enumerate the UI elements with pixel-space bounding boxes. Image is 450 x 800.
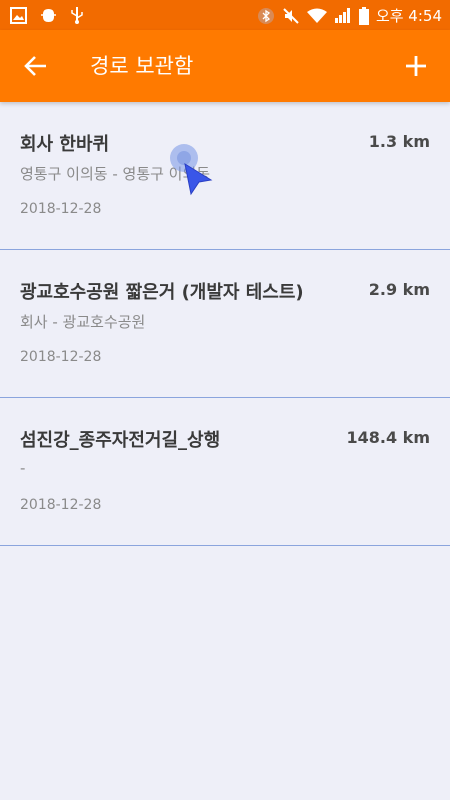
image-icon	[10, 6, 27, 24]
arrow-back-icon	[24, 56, 46, 76]
route-distance: 2.9 km	[368, 280, 430, 299]
route-item[interactable]: 회사 한바퀴 1.3 km 영통구 이의동 - 영통구 이의동 2018-12-…	[0, 102, 450, 250]
route-name: 광교호수공원 짧은거 (개발자 테스트)	[20, 282, 304, 303]
wifi-icon	[306, 8, 327, 23]
android-debug-icon	[41, 8, 56, 22]
usb-icon	[71, 7, 83, 24]
route-name: 회사 한바퀴	[20, 134, 110, 155]
add-route-button[interactable]	[402, 52, 430, 80]
bluetooth-icon	[257, 7, 274, 24]
route-date: 2018-12-28	[20, 497, 102, 513]
route-item[interactable]: 광교호수공원 짧은거 (개발자 테스트) 2.9 km 회사 - 광교호수공원 …	[0, 250, 450, 398]
route-name: 섬진강_종주자전거길_상행	[20, 430, 221, 451]
route-path: -	[20, 459, 26, 477]
route-date: 2018-12-28	[20, 201, 102, 217]
route-date: 2018-12-28	[20, 349, 102, 365]
status-time: 오후 4:54	[375, 7, 442, 25]
route-distance: 148.4 km	[346, 428, 431, 447]
route-item[interactable]: 섬진강_종주자전거길_상행 148.4 km - 2018-12-28	[0, 398, 450, 546]
plus-icon	[406, 56, 426, 76]
mute-icon	[283, 7, 299, 24]
status-bar: 오후 4:54	[0, 0, 450, 30]
route-distance: 1.3 km	[368, 132, 430, 151]
app-bar: 경로 보관함	[0, 30, 450, 102]
battery-icon	[358, 6, 369, 25]
route-path: 회사 - 광교호수공원	[20, 313, 146, 331]
cursor-pointer-icon	[184, 162, 213, 196]
page-title: 경로 보관함	[90, 54, 194, 78]
route-list: 회사 한바퀴 1.3 km 영통구 이의동 - 영통구 이의동 2018-12-…	[0, 102, 450, 546]
signal-icon	[334, 8, 350, 23]
back-button[interactable]	[22, 52, 50, 80]
